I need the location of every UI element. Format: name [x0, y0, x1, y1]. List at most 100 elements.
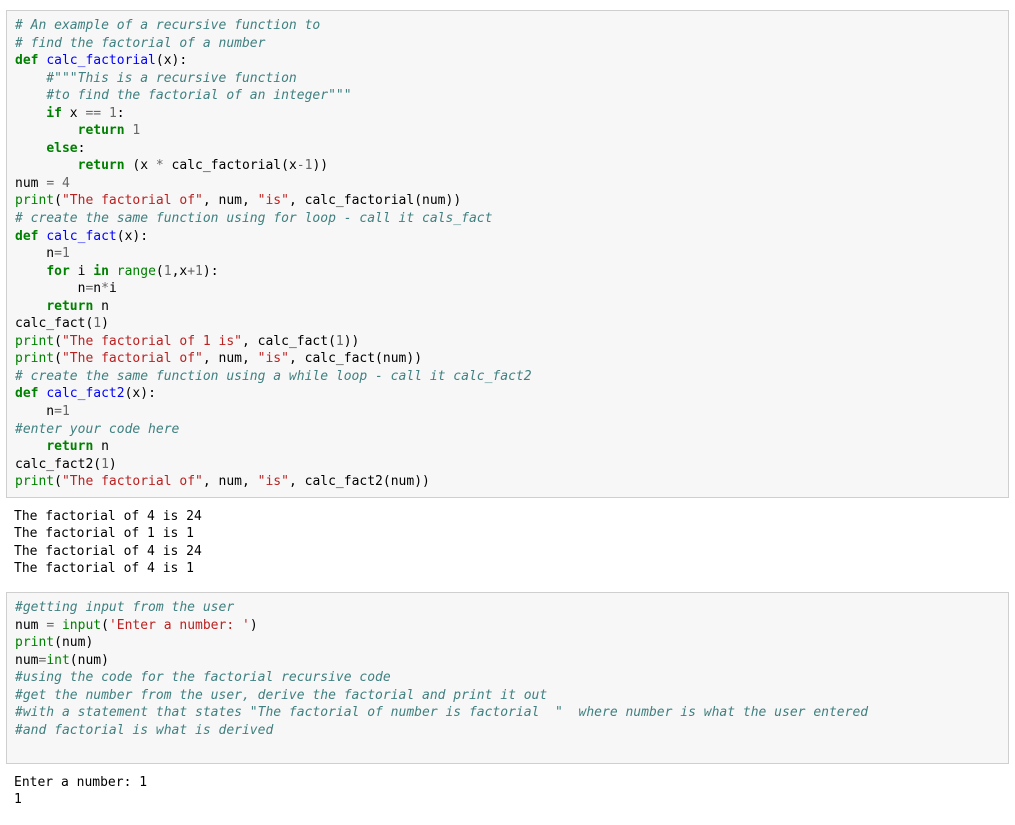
- indent: [15, 123, 78, 138]
- code-text: (x):: [117, 229, 148, 244]
- space: [101, 106, 109, 121]
- var-name: num: [15, 653, 38, 668]
- string: "is": [258, 193, 289, 208]
- space: [54, 176, 62, 191]
- builtin-print: print: [15, 474, 54, 489]
- code-text: n: [93, 439, 109, 454]
- comment: #enter your code here: [15, 422, 179, 437]
- comment: #get the number from the user, derive th…: [15, 688, 547, 703]
- code-cell-1[interactable]: # An example of a recursive function to …: [6, 10, 1009, 498]
- output-cell-2: Enter a number: 1 1: [6, 772, 1009, 819]
- code-text: calc_factorial(x: [164, 158, 297, 173]
- number: 1: [93, 316, 101, 331]
- operator: =: [54, 246, 62, 261]
- paren: (: [156, 264, 164, 279]
- string: "The factorial of": [62, 474, 203, 489]
- code-text: (x):: [156, 53, 187, 68]
- code-text: , calc_fact2(num)): [289, 474, 430, 489]
- code-text: n: [15, 246, 54, 261]
- var-name: num: [15, 618, 46, 633]
- operator: =: [46, 618, 54, 633]
- operator: ==: [85, 106, 101, 121]
- code-text: )): [344, 334, 360, 349]
- output-line: 1: [14, 792, 22, 807]
- code-text: , num,: [203, 193, 258, 208]
- indent: [15, 141, 46, 156]
- builtin-print: print: [15, 351, 54, 366]
- code-text: i: [70, 264, 93, 279]
- indent: [15, 88, 46, 103]
- keyword-def: def: [15, 53, 38, 68]
- keyword-if: if: [15, 106, 62, 121]
- keyword-return: return: [46, 299, 93, 314]
- builtin-int: int: [46, 653, 69, 668]
- paren: ): [250, 618, 258, 633]
- string: 'Enter a number: ': [109, 618, 250, 633]
- comment: #"""This is a recursive function: [15, 71, 297, 86]
- code-text: n: [93, 281, 101, 296]
- output-line: The factorial of 4 is 24: [14, 509, 202, 524]
- keyword-else: else: [46, 141, 77, 156]
- paren: (: [101, 618, 109, 633]
- comment: # create the same function using a while…: [15, 369, 532, 384]
- number: 1: [164, 264, 172, 279]
- code-text: , calc_fact(num)): [289, 351, 422, 366]
- comment: #to find the factorial of an integer""": [46, 88, 351, 103]
- keyword-return: return: [78, 123, 125, 138]
- comment: #using the code for the factorial recurs…: [15, 670, 391, 685]
- number: 1: [195, 264, 203, 279]
- comment: #and factorial is what is derived: [15, 723, 273, 738]
- string: "is": [258, 351, 289, 366]
- keyword-def: def: [15, 386, 38, 401]
- paren: (: [54, 474, 62, 489]
- space: [109, 264, 117, 279]
- builtin-range: range: [117, 264, 156, 279]
- code-text: (x):: [125, 386, 156, 401]
- code-text: (x: [125, 158, 156, 173]
- code-text: ): [101, 316, 109, 331]
- number: 1: [62, 246, 70, 261]
- number: 1: [109, 106, 117, 121]
- code-text: ): [109, 457, 117, 472]
- comment: # An example of a recursive function to: [15, 18, 320, 33]
- string: "The factorial of": [62, 193, 203, 208]
- var-name: num: [15, 176, 46, 191]
- string: "is": [258, 474, 289, 489]
- operator: =: [46, 176, 54, 191]
- paren: (: [54, 193, 62, 208]
- func-name: calc_fact: [46, 229, 116, 244]
- indent: [15, 299, 46, 314]
- code-text: calc_fact2(: [15, 457, 101, 472]
- number: 1: [62, 404, 70, 419]
- code-text: n: [15, 281, 85, 296]
- keyword-return: return: [78, 158, 125, 173]
- code-text: ,x: [172, 264, 188, 279]
- comment: #getting input from the user: [15, 600, 234, 615]
- paren: (: [54, 334, 62, 349]
- builtin-print: print: [15, 334, 54, 349]
- builtin-input: input: [62, 618, 101, 633]
- builtin-print: print: [15, 193, 54, 208]
- operator: +: [187, 264, 195, 279]
- operator: *: [101, 281, 109, 296]
- code-cell-2[interactable]: #getting input from the user num = input…: [6, 592, 1009, 764]
- indent: [15, 264, 46, 279]
- output-line: The factorial of 1 is 1: [14, 526, 194, 541]
- code-text: , num,: [203, 474, 258, 489]
- keyword-def: def: [15, 229, 38, 244]
- number: 1: [101, 457, 109, 472]
- code-text: i: [109, 281, 117, 296]
- number: 4: [62, 176, 70, 191]
- code-text: :: [117, 106, 125, 121]
- output-line: The factorial of 4 is 24: [14, 544, 202, 559]
- output-cell-1: The factorial of 4 is 24 The factorial o…: [6, 506, 1009, 588]
- output-line: Enter a number: 1: [14, 775, 147, 790]
- keyword-for: for: [46, 264, 69, 279]
- code-text: )): [312, 158, 328, 173]
- keyword-in: in: [93, 264, 109, 279]
- code-text: (num): [70, 653, 109, 668]
- comment: # create the same function using for loo…: [15, 211, 492, 226]
- code-text: calc_fact(: [15, 316, 93, 331]
- comment: # find the factorial of a number: [15, 36, 265, 51]
- code-text: (num): [54, 635, 93, 650]
